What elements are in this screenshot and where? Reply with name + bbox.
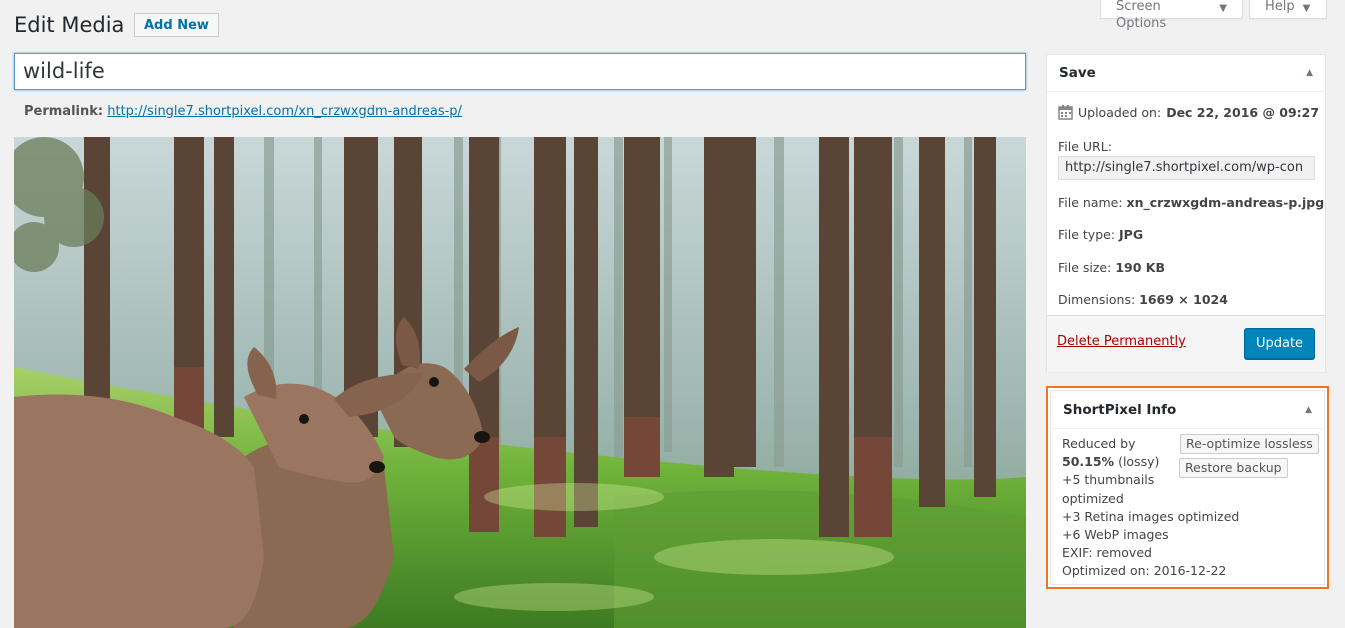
delete-permanently-link[interactable]: Delete Permanently: [1057, 334, 1186, 349]
file-name: File name: xn_crzwxgdm-andreas-p.jpg: [1058, 195, 1324, 210]
uploaded-on: Uploaded on: Dec 22, 2016 @ 09:27: [1058, 105, 1319, 120]
file-type-value: JPG: [1119, 227, 1144, 242]
shortpixel-details: Reduced by 50.15% (lossy) +5 thumbnails …: [1062, 435, 1239, 581]
file-type: File type: JPG: [1058, 227, 1143, 242]
retina-line: +3 Retina images optimized: [1062, 508, 1240, 524]
add-new-button[interactable]: Add New: [134, 13, 219, 37]
restore-backup-button[interactable]: Restore backup: [1179, 458, 1288, 478]
dimensions-value: 1669 × 1024: [1139, 292, 1228, 307]
dimensions: Dimensions: 1669 × 1024: [1058, 292, 1228, 307]
optimized-line: optimized: [1062, 490, 1124, 506]
reoptimize-lossless-button[interactable]: Re-optimize lossless: [1180, 434, 1319, 454]
optimized-on-line: Optimized on: 2016-12-22: [1062, 563, 1227, 579]
file-size-value: 190 KB: [1115, 260, 1165, 275]
caret-down-icon: ▼: [1302, 3, 1311, 14]
shortpixel-header[interactable]: ShortPixel Info ▲: [1051, 391, 1324, 429]
uploaded-label: Uploaded on:: [1078, 105, 1162, 120]
permalink-label: Permalink:: [24, 104, 104, 119]
screen-options-label: Screen Options: [1116, 0, 1167, 31]
file-url-label: File URL:: [1058, 139, 1112, 154]
compression-mode: (lossy): [1118, 454, 1160, 470]
collapse-arrow-icon[interactable]: ▲: [1305, 405, 1312, 415]
help-label: Help: [1265, 0, 1295, 14]
caret-down-icon: ▼: [1219, 3, 1227, 14]
screen-options-tab[interactable]: Screen Options ▼: [1100, 0, 1243, 31]
save-box-footer: Delete Permanently Update: [1047, 315, 1325, 372]
permalink: Permalink: http://single7.shortpixel.com…: [24, 102, 462, 122]
file-name-value: xn_crzwxgdm-andreas-p.jpg: [1126, 195, 1325, 210]
save-box-title: Save: [1059, 65, 1096, 81]
reduction-percent: 50.15%: [1062, 454, 1115, 470]
page-title: Edit Media: [14, 13, 125, 37]
save-box: Save ▲ Uploaded on: Dec 22, 2016 @ 09:27…: [1046, 54, 1326, 372]
file-size: File size: 190 KB: [1058, 260, 1165, 275]
file-size-label: File size:: [1058, 260, 1112, 275]
shortpixel-box: ShortPixel Info ▲ Reduced by 50.15% (los…: [1050, 390, 1325, 585]
title-input[interactable]: wild-life: [14, 53, 1026, 90]
shortpixel-title: ShortPixel Info: [1063, 401, 1177, 418]
file-name-label: File name:: [1058, 195, 1123, 210]
media-image: [14, 137, 1026, 628]
webp-line: +6 WebP images: [1062, 527, 1169, 543]
file-type-label: File type:: [1058, 227, 1116, 242]
update-button[interactable]: Update: [1244, 328, 1315, 359]
help-tab[interactable]: Help ▼: [1249, 0, 1327, 19]
permalink-link[interactable]: http://single7.shortpixel.com/xn_crzwxgd…: [107, 104, 462, 119]
exif-line: EXIF: removed: [1062, 545, 1152, 561]
file-url-input[interactable]: http://single7.shortpixel.com/wp-con: [1058, 156, 1315, 180]
dimensions-label: Dimensions:: [1058, 292, 1136, 307]
collapse-arrow-icon[interactable]: ▲: [1306, 68, 1313, 78]
shortpixel-box-highlight: ShortPixel Info ▲ Reduced by 50.15% (los…: [1046, 386, 1329, 589]
uploaded-value: Dec 22, 2016 @ 09:27: [1166, 105, 1320, 120]
save-box-header[interactable]: Save ▲: [1047, 55, 1325, 92]
calendar-icon: [1058, 105, 1073, 120]
